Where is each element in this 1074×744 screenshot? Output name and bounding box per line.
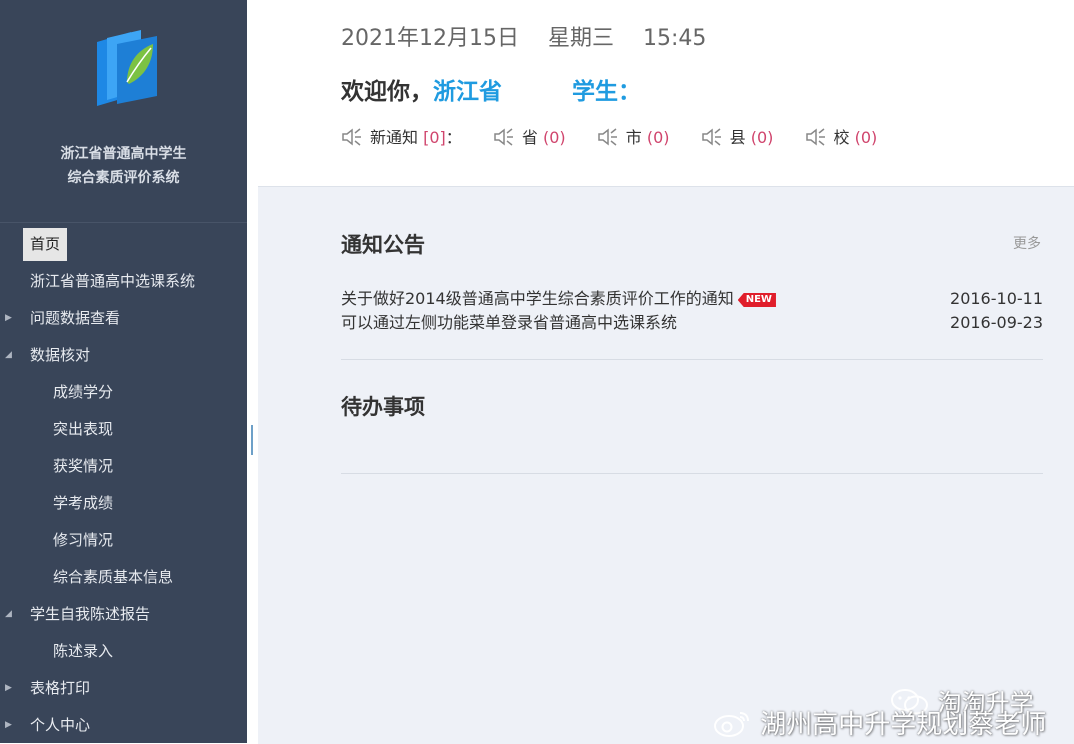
caret-expanded-icon: ◢ <box>5 350 12 360</box>
speaker-icon <box>805 128 825 146</box>
sidebar-item-label: 首页 <box>23 228 68 261</box>
notice-new[interactable]: 新通知 [0]： <box>341 124 462 148</box>
notice-school-count: (0) <box>854 128 878 147</box>
caret-right-icon: ▶ <box>5 683 12 693</box>
sidebar-item-label: 问题数据查看 <box>30 309 121 327</box>
speaker-icon <box>494 128 513 146</box>
notice-county-label: 县 <box>729 128 746 147</box>
notice-county[interactable]: 县 (0) <box>701 124 774 148</box>
notice-city-label: 市 <box>625 128 642 147</box>
weekday-text: 星期三 <box>547 26 614 51</box>
datetime-display: 2021年12月15日 星期三 15:45 <box>341 20 728 52</box>
caret-right-icon: ▶ <box>5 720 12 730</box>
system-name-line1: 浙江省普通高中学生 <box>60 146 187 162</box>
sidebar-item-problem-data[interactable]: ▶ 问题数据查看 <box>0 300 247 337</box>
announcements-title: 通知公告 <box>341 233 425 257</box>
sidebar-item-label: 数据核对 <box>30 346 91 364</box>
welcome-prefix: 欢迎你， <box>341 79 433 105</box>
system-logo-icon <box>97 30 157 106</box>
announcement-text: 关于做好2014级普通高中学生综合素质评价工作的通知 <box>341 289 734 308</box>
announcement-row[interactable]: 关于做好2014级普通高中学生综合素质评价工作的通知 NEW 2016-10-11 <box>341 287 1043 311</box>
sidebar-subitem-basic-info[interactable]: 综合素质基本信息 <box>0 559 247 596</box>
sidebar-item-self-report[interactable]: ◢ 学生自我陈述报告 <box>0 596 247 633</box>
notice-school-label: 校 <box>833 128 850 147</box>
notice-school[interactable]: 校 (0) <box>805 124 878 148</box>
sidebar-item-label: 浙江省普通高中选课系统 <box>30 272 196 290</box>
weibo-watermark: 湖州高中升学规划蔡老师 <box>712 704 1046 741</box>
sidebar-item-label: 个人中心 <box>30 716 91 734</box>
main-content: 通知公告 更多 关于做好2014级普通高中学生综合素质评价工作的通知 NEW 20… <box>258 186 1074 744</box>
notice-colon: ： <box>445 128 462 147</box>
announcement-row[interactable]: 可以通过左侧功能菜单登录省普通高中选课系统 2016-09-23 <box>341 311 1043 335</box>
system-name-line2: 综合素质评价系统 <box>67 170 180 186</box>
sidebar-subitem-scores[interactable]: 成绩学分 <box>0 374 247 411</box>
welcome-user-suffix: 学生： <box>572 79 641 105</box>
notice-city[interactable]: 市 (0) <box>597 124 670 148</box>
sidebar-subitem-awards[interactable]: 获奖情况 <box>0 448 247 485</box>
sidebar-item-data-check[interactable]: ◢ 数据核对 <box>0 337 247 374</box>
speaker-icon <box>701 128 721 146</box>
caret-expanded-icon: ◢ <box>5 609 12 619</box>
sidebar-subitem-outstanding[interactable]: 突出表现 <box>0 411 247 448</box>
notice-province[interactable]: 省 (0) <box>493 124 566 148</box>
weibo-watermark-text: 湖州高中升学规划蔡老师 <box>760 710 1047 740</box>
welcome-user: 浙江省 <box>433 79 502 105</box>
weibo-icon <box>714 712 749 737</box>
sidebar-item-form-print[interactable]: ▶ 表格打印 <box>0 670 247 707</box>
sidebar-item-personal-center[interactable]: ▶ 个人中心 <box>0 707 247 744</box>
announcement-text: 可以通过左侧功能菜单登录省普通高中选课系统 <box>341 313 678 332</box>
sidebar: 浙江省普通高中学生 综合素质评价系统 首页 浙江省普通高中选课系统 ▶ 问题数据… <box>0 0 247 743</box>
announcements-more-link[interactable]: 更多 <box>1013 233 1041 253</box>
sidebar-item-label: 修习情况 <box>53 531 114 549</box>
sidebar-item-label: 表格打印 <box>30 679 91 697</box>
todo-title: 待办事项 <box>341 395 425 419</box>
notice-city-count: (0) <box>646 128 670 147</box>
sidebar-subitem-exam-scores[interactable]: 学考成绩 <box>0 485 247 522</box>
divider <box>341 359 1043 360</box>
date-text: 2021年12月15日 <box>341 26 519 51</box>
logo-area: 浙江省普通高中学生 综合素质评价系统 <box>0 0 247 223</box>
notice-new-label: 新通知 <box>370 128 419 147</box>
sidebar-menu: 首页 浙江省普通高中选课系统 ▶ 问题数据查看 ◢ 数据核对 成绩学分 突出表现… <box>0 226 247 744</box>
time-text: 15:45 <box>643 26 707 51</box>
welcome-message: 欢迎你，浙江省 学生： <box>341 72 641 106</box>
panel-splitter-handle[interactable] <box>251 425 253 455</box>
sidebar-item-label: 陈述录入 <box>53 642 114 660</box>
notice-province-count: (0) <box>543 128 566 147</box>
speaker-icon <box>598 128 617 146</box>
notice-new-count: [0] <box>423 128 446 147</box>
sidebar-item-label: 成绩学分 <box>53 383 114 401</box>
sidebar-item-label: 综合素质基本信息 <box>53 568 174 586</box>
notice-province-label: 省 <box>521 128 538 147</box>
sidebar-item-label: 学考成绩 <box>53 494 114 512</box>
sidebar-item-label: 学生自我陈述报告 <box>30 605 151 623</box>
sidebar-item-course-selection[interactable]: 浙江省普通高中选课系统 <box>0 263 247 300</box>
announcement-date: 2016-10-11 <box>950 289 1043 308</box>
sidebar-item-label: 获奖情况 <box>53 457 114 475</box>
divider <box>341 473 1043 474</box>
header: 2021年12月15日 星期三 15:45 欢迎你，浙江省 学生： 新通知 [0]… <box>258 0 1074 186</box>
sidebar-subitem-course-status[interactable]: 修习情况 <box>0 522 247 559</box>
announcement-date: 2016-09-23 <box>950 313 1043 332</box>
sidebar-item-home[interactable]: 首页 <box>0 226 247 263</box>
sidebar-item-label: 突出表现 <box>53 420 114 438</box>
caret-right-icon: ▶ <box>5 313 12 323</box>
notice-county-count: (0) <box>750 128 774 147</box>
notice-counters: 新通知 [0]： 省 (0) 市 (0) 县 (0) 校 (0) <box>341 124 903 148</box>
sidebar-subitem-statement-entry[interactable]: 陈述录入 <box>0 633 247 670</box>
system-name: 浙江省普通高中学生 综合素质评价系统 <box>0 142 247 190</box>
speaker-icon <box>342 128 361 146</box>
new-badge: NEW <box>737 293 776 307</box>
